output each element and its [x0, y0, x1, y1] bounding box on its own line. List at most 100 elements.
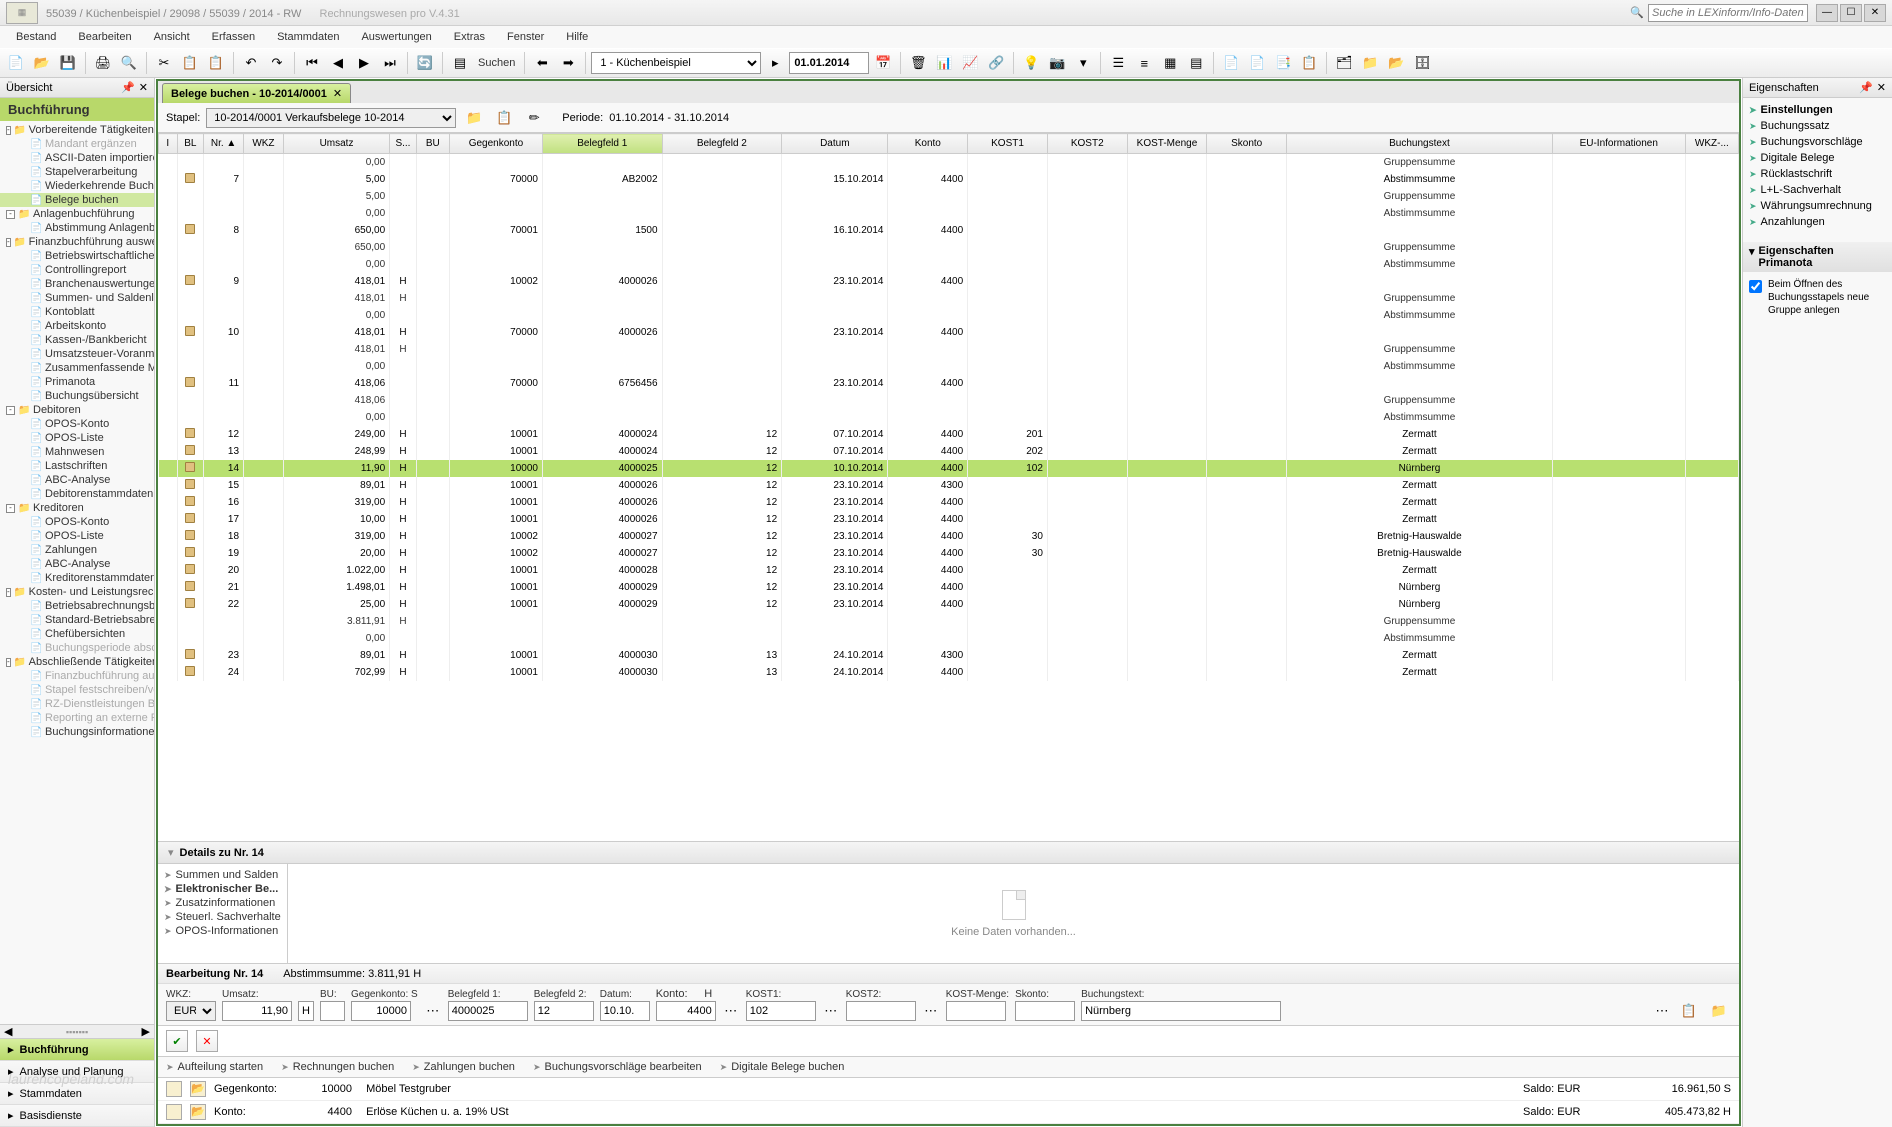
tool-g-icon[interactable]: ▾	[1071, 51, 1095, 75]
nav-btm-stammdaten[interactable]: ▸Stammdaten	[0, 1083, 154, 1105]
tree-opos-liste[interactable]: OPOS-Liste	[0, 431, 154, 445]
nav-btm-basisdienste[interactable]: ▸Basisdienste	[0, 1105, 154, 1127]
table-row[interactable]: 10418,01H70000400002623.10.20144400	[159, 324, 1739, 341]
kost2-lookup-icon[interactable]: ⋯	[922, 1001, 940, 1021]
kost2-input[interactable]	[846, 1001, 916, 1021]
tree-umsatzsteuer-voranmeldung[interactable]: Umsatzsteuer-Voranmeldung	[0, 347, 154, 361]
tool-refresh-icon[interactable]: 🔄	[413, 51, 437, 75]
tab-belege-buchen[interactable]: Belege buchen - 10-2014/0001 ✕	[162, 83, 351, 103]
tool-preview-icon[interactable]: 🔍	[117, 51, 141, 75]
einstellungen-header[interactable]: ➤Einstellungen	[1747, 102, 1888, 118]
tool-x4-icon[interactable]: 🗄	[1410, 51, 1434, 75]
table-row[interactable]: 13248,99H1000140000241207.10.20144400202…	[159, 443, 1739, 460]
tree-opos-konto[interactable]: OPOS-Konto	[0, 515, 154, 529]
tree-debitorenstammdaten[interactable]: Debitorenstammdaten	[0, 487, 154, 501]
col-header[interactable]: Nr. ▲	[204, 134, 244, 154]
scroll-left-icon[interactable]: ◀	[4, 1025, 12, 1038]
table-row[interactable]: 0,00Abstimmsumme	[159, 409, 1739, 426]
col-header[interactable]: Buchungstext	[1287, 134, 1553, 154]
close-tab-icon[interactable]: ✕	[333, 87, 342, 100]
nav-btm-analyse-und-planung[interactable]: ▸Analyse und Planung	[0, 1061, 154, 1083]
tool-doc1-icon[interactable]: 📄	[1219, 51, 1243, 75]
tree-controllingreport[interactable]: Controllingreport	[0, 263, 154, 277]
konto-icon[interactable]	[166, 1104, 182, 1120]
expand-icon[interactable]: -	[6, 126, 11, 135]
col-header[interactable]: EU-Informationen	[1552, 134, 1685, 154]
table-row[interactable]: 418,06Gruppensumme	[159, 392, 1739, 409]
nav-btm-buchführung[interactable]: ▸Buchführung	[0, 1039, 154, 1061]
konto-lookup-icon[interactable]: ⋯	[722, 1001, 740, 1021]
tool-mandant-open-icon[interactable]: ▸	[763, 51, 787, 75]
bu-input[interactable]	[320, 1001, 345, 1021]
col-header[interactable]: KOST-Menge	[1127, 134, 1207, 154]
tool-b-icon[interactable]: 📊	[932, 51, 956, 75]
tool-x1-icon[interactable]: 🗂	[1332, 51, 1356, 75]
table-row[interactable]: 1920,00H1000240000271223.10.2014440030Br…	[159, 545, 1739, 562]
tool-list4-icon[interactable]: ▤	[1184, 51, 1208, 75]
expand-icon[interactable]: -	[6, 504, 15, 513]
menu-extras[interactable]: Extras	[444, 29, 495, 45]
table-row[interactable]: 16319,00H1000140000261223.10.20144400Zer…	[159, 494, 1739, 511]
tree-abstimmung-anlagenbuch-[interactable]: Abstimmung Anlagenbuch...	[0, 221, 154, 235]
details-tab[interactable]: ➤Elektronischer Be...	[162, 882, 283, 896]
setting-item[interactable]: ➤Buchungssatz	[1747, 118, 1888, 134]
expand-icon[interactable]: -	[6, 406, 15, 415]
col-header[interactable]: S...	[390, 134, 417, 154]
table-row[interactable]: 0,00Gruppensumme	[159, 154, 1739, 171]
confirm-button[interactable]: ✔	[166, 1030, 188, 1052]
col-header[interactable]: Belegfeld 2	[662, 134, 782, 154]
tool-d-icon[interactable]: 🔗	[984, 51, 1008, 75]
details-tab[interactable]: ➤Summen und Salden	[162, 868, 283, 882]
tool-copy-icon[interactable]: 📋	[178, 51, 202, 75]
close-window-button[interactable]: ✕	[1864, 4, 1886, 22]
table-row[interactable]: 0,00Abstimmsumme	[159, 630, 1739, 647]
tree-opos-konto[interactable]: OPOS-Konto	[0, 417, 154, 431]
booking-grid[interactable]: IBLNr. ▲WKZUmsatzS...BUGegenkontoBelegfe…	[158, 133, 1739, 842]
action-link[interactable]: ➤Aufteilung starten	[166, 1061, 263, 1073]
table-row[interactable]: 2389,01H1000140000301324.10.20144300Zerm…	[159, 647, 1739, 664]
pin-icon[interactable]: 📌	[121, 81, 135, 94]
primanota-header[interactable]: ▾ Eigenschaften Primanota	[1743, 242, 1892, 272]
tool-first-icon[interactable]: ⏮	[300, 51, 324, 75]
tool-a-icon[interactable]: 🗑	[906, 51, 930, 75]
tree-vorbereitende-t-tigkeiten[interactable]: -Vorbereitende Tätigkeiten	[0, 123, 154, 137]
tree-branchenauswertungen[interactable]: Branchenauswertungen	[0, 277, 154, 291]
gk-lookup-icon[interactable]: ⋯	[424, 1001, 442, 1021]
tree-primanota[interactable]: Primanota	[0, 375, 154, 389]
tree-anlagenbuchf-hrung[interactable]: -Anlagenbuchführung	[0, 207, 154, 221]
tree-opos-liste[interactable]: OPOS-Liste	[0, 529, 154, 543]
tree-summen-und-saldenliste[interactable]: Summen- und Saldenliste	[0, 291, 154, 305]
col-header[interactable]: Konto	[888, 134, 968, 154]
menu-hilfe[interactable]: Hilfe	[556, 29, 598, 45]
tool-list3-icon[interactable]: ▦	[1158, 51, 1182, 75]
col-header[interactable]: Umsatz	[283, 134, 389, 154]
tool-x3-icon[interactable]: 📂	[1384, 51, 1408, 75]
kostmenge-input[interactable]	[946, 1001, 1006, 1021]
maximize-button[interactable]: ☐	[1840, 4, 1862, 22]
col-header[interactable]: KOST1	[968, 134, 1048, 154]
tool-doc2-icon[interactable]: 📄	[1245, 51, 1269, 75]
table-row[interactable]: 9418,01H10002400002623.10.20144400	[159, 273, 1739, 290]
col-header[interactable]: KOST2	[1047, 134, 1127, 154]
col-header[interactable]: WKZ-...	[1685, 134, 1738, 154]
stapel-props-icon[interactable]: 📋	[492, 106, 516, 130]
table-row[interactable]: 201.022,00H1000140000281223.10.20144400Z…	[159, 562, 1739, 579]
col-header[interactable]: Skonto	[1207, 134, 1287, 154]
mandant-select[interactable]: 1 - Küchenbeispiel	[591, 52, 761, 74]
table-row[interactable]: 211.498,01H1000140000291223.10.20144400N…	[159, 579, 1739, 596]
tree-buchungsinformationen-b-[interactable]: Buchungsinformationen üb...	[0, 725, 154, 739]
tree-debitoren[interactable]: -Debitoren	[0, 403, 154, 417]
minimize-button[interactable]: —	[1816, 4, 1838, 22]
details-tab[interactable]: ➤OPOS-Informationen	[162, 924, 283, 938]
tree-belege-buchen[interactable]: Belege buchen	[0, 193, 154, 207]
tool-e-icon[interactable]: 💡	[1019, 51, 1043, 75]
action-link[interactable]: ➤Rechnungen buchen	[281, 1061, 394, 1073]
tool-open-icon[interactable]: 📂	[30, 51, 54, 75]
cancel-button[interactable]: ✕	[196, 1030, 218, 1052]
tool-back-icon[interactable]: ⬅	[530, 51, 554, 75]
table-row[interactable]: 1710,00H1000140000261223.10.20144400Zerm…	[159, 511, 1739, 528]
tree-arbeitskonto[interactable]: Arbeitskonto	[0, 319, 154, 333]
tool-new-icon[interactable]: 📄	[4, 51, 28, 75]
tree-kontoblatt[interactable]: Kontoblatt	[0, 305, 154, 319]
tree-finanzbuchf-hrung-auswerten[interactable]: -Finanzbuchführung auswerten	[0, 235, 154, 249]
